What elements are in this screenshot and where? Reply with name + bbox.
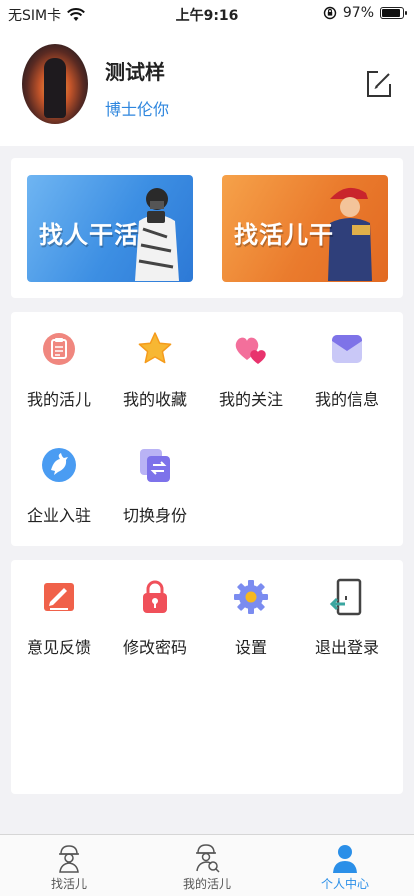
menu-item-label: 我的关注 (218, 390, 283, 409)
menu-card-secondary: 意见反馈 修改密码 设置 退出登录 (11, 560, 403, 794)
menu-item-switch-identity[interactable]: 切换身份 (107, 428, 203, 528)
profile-header: 测试样 博士伦你 (0, 28, 414, 146)
find-jobs-banner[interactable]: 找活儿干 (222, 175, 388, 282)
envelope-icon (332, 335, 362, 363)
clipboard-icon (43, 333, 75, 365)
dove-icon (42, 448, 76, 482)
person-icon (333, 845, 357, 873)
switch-icon (140, 449, 170, 482)
menu-item-change-password[interactable]: 修改密码 (107, 560, 203, 660)
tab-my-jobs[interactable]: 我的活儿 (138, 835, 276, 896)
bottom-tab-bar: 找活儿 我的活儿 个人中心 (0, 834, 414, 896)
tab-personal-center[interactable]: 个人中心 (276, 835, 414, 896)
avatar[interactable] (22, 44, 88, 124)
menu-item-settings[interactable]: 设置 (203, 560, 299, 660)
tab-label: 我的活儿 (182, 877, 231, 891)
profile-name: 测试样 (105, 60, 165, 84)
hearts-icon (235, 337, 266, 364)
star-icon (138, 332, 172, 364)
find-workers-text: 找人干活 (39, 221, 139, 249)
feedback-icon (44, 583, 74, 611)
status-bar: 无SIM卡 上午9:16 97% (0, 0, 414, 28)
banner-card: 找人干活 找活儿干 (11, 158, 403, 298)
menu-item-my-jobs[interactable]: 我的活儿 (11, 312, 107, 412)
battery-percent: 97% (342, 5, 374, 21)
menu-item-enterprise[interactable]: 企业入驻 (11, 428, 107, 528)
worker-search-icon (196, 844, 220, 873)
menu-item-logout[interactable]: 退出登录 (299, 560, 395, 660)
menu-item-label: 切换身份 (122, 506, 187, 525)
menu-item-label: 修改密码 (122, 638, 187, 657)
menu-item-favorites[interactable]: 我的收藏 (107, 312, 203, 412)
status-right: 97% (323, 5, 407, 21)
avatar-figure (44, 58, 66, 118)
profile-company[interactable]: 博士伦你 (105, 96, 169, 120)
menu-item-messages[interactable]: 我的信息 (299, 312, 395, 412)
menu-card-primary: 我的活儿 我的收藏 我的关注 我的信息 企业入驻 切换身份 (11, 312, 403, 546)
gear-icon (234, 580, 268, 614)
menu-item-label: 我的活儿 (26, 390, 91, 409)
orientation-lock-icon (323, 6, 337, 20)
menu-item-label: 企业入驻 (26, 506, 91, 525)
menu-item-label: 设置 (234, 638, 267, 657)
menu-item-label: 我的信息 (314, 390, 379, 409)
battery-fill (382, 9, 401, 17)
tab-find-jobs[interactable]: 找活儿 (0, 835, 138, 896)
menu-item-feedback[interactable]: 意见反馈 (11, 560, 107, 660)
find-workers-banner[interactable]: 找人干活 (27, 175, 193, 282)
worker-helmet-icon (59, 845, 79, 873)
lock-icon (143, 580, 167, 613)
menu-item-label: 我的收藏 (122, 390, 187, 409)
tab-label: 找活儿 (50, 877, 87, 891)
menu-item-label: 意见反馈 (26, 638, 91, 657)
find-jobs-text: 找活儿干 (234, 221, 334, 249)
menu-item-label: 退出登录 (314, 638, 379, 657)
tab-label: 个人中心 (320, 877, 369, 891)
menu-item-following[interactable]: 我的关注 (203, 312, 299, 412)
logout-icon (329, 578, 362, 616)
edit-profile-icon[interactable] (364, 68, 394, 100)
battery-icon (380, 7, 407, 19)
